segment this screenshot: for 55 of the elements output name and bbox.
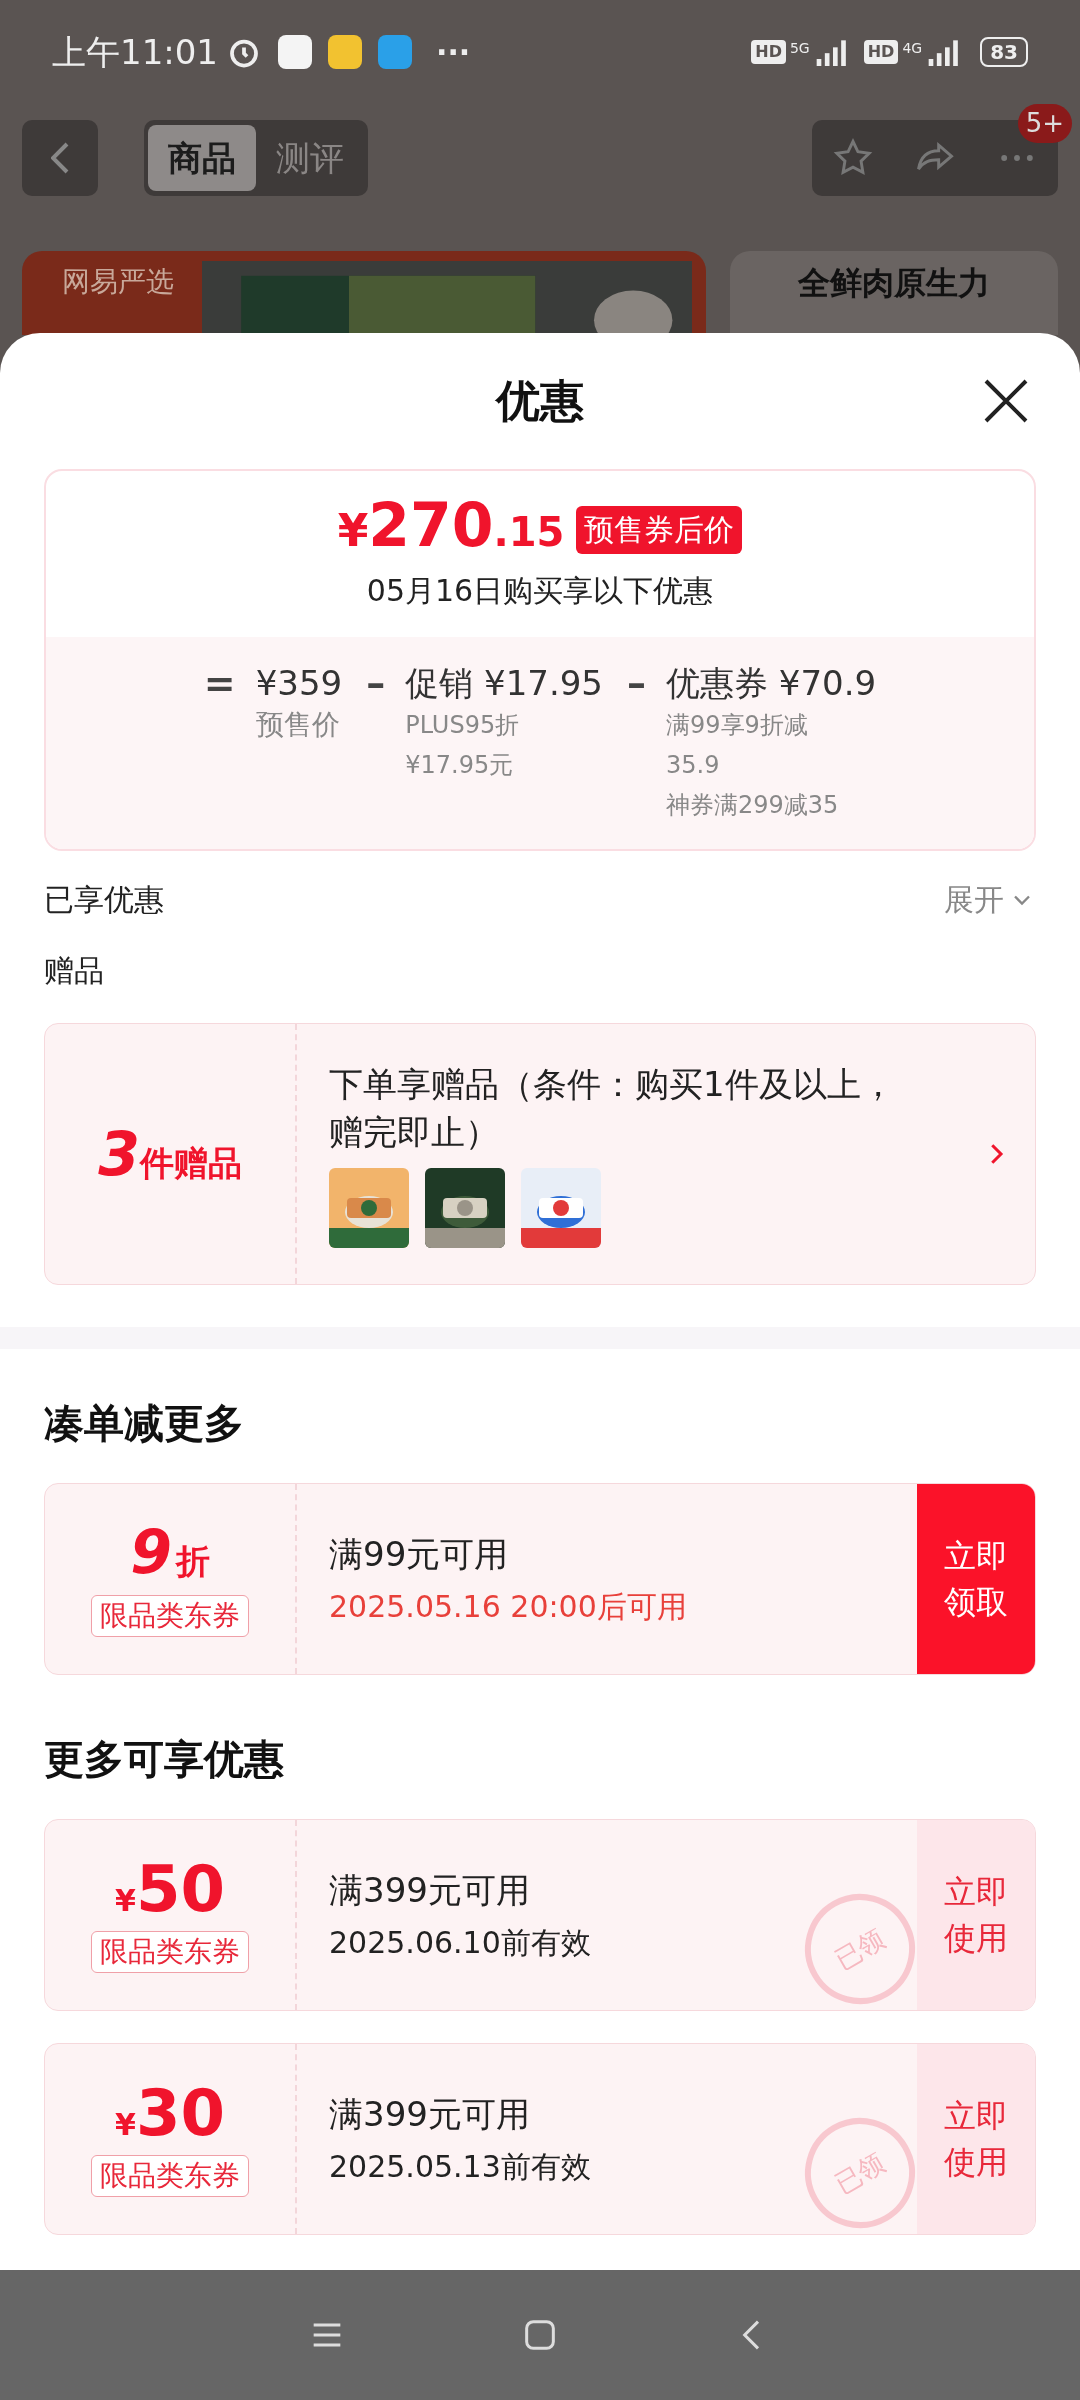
network-type: 5G [789, 39, 810, 58]
section-heading: 更多可享优惠 [44, 1735, 285, 1784]
use-button[interactable]: 立即使用 [917, 2044, 1035, 2234]
coupon-tag: 限品类东券 [91, 1931, 249, 1973]
banner-title: 全鲜肉原生力 [798, 263, 990, 304]
expand-button[interactable]: 展开 [944, 877, 1036, 922]
breakdown-amount: 优惠券 ¥70.9 [666, 662, 877, 705]
tab[interactable]: 商品 [148, 125, 256, 191]
gift-description: 下单享赠品（条件：购买1件及以上，赠完即止） [329, 1063, 896, 1154]
hd-badge: HD [863, 40, 899, 64]
breakdown-detail: PLUS95折 [405, 710, 521, 741]
battery-icon: 83 [980, 37, 1028, 67]
brand-label: 网易严选 [62, 264, 174, 300]
discount-value: 9折 [130, 1521, 210, 1587]
use-button[interactable]: 立即使用 [917, 1820, 1035, 2010]
coupon-validity: 2025.06.10前有效 [329, 1924, 591, 1962]
breakdown-amount: 促销 ¥17.95 [405, 662, 603, 705]
breakdown-detail: 预售价 [255, 707, 341, 743]
more-notifications: ··· [436, 33, 471, 72]
chevron-left-icon [51, 142, 69, 174]
claim-button[interactable]: 立即领取 [917, 1484, 1035, 1674]
breakdown-amount: ¥359 [255, 662, 343, 705]
breakdown-detail: ¥17.95元 [405, 750, 515, 781]
app-icon [278, 35, 312, 69]
coupon-tag: 限品类东券 [91, 2155, 249, 2197]
tab[interactable]: 测评 [256, 125, 364, 191]
operator: = [203, 661, 236, 707]
coupon-condition: 满399元可用 [329, 2093, 530, 2136]
notification-badge: 5+ [1017, 104, 1072, 143]
network-type: 4G [902, 39, 923, 58]
price-tag: 预售券后价 [576, 505, 743, 554]
breakdown-detail: 满99享9折减35.9 [666, 710, 809, 781]
section-heading: 凑单减更多 [44, 1399, 245, 1448]
status-time: 上午11:01 [52, 30, 218, 74]
coupon-amount: ¥50 [115, 1857, 225, 1923]
operator: – [366, 661, 386, 707]
gifts-heading: 赠品 [44, 952, 105, 990]
enjoyed-label: 已享优惠 [44, 881, 164, 919]
coupon-condition: 满99元可用 [329, 1533, 509, 1576]
coupon-condition: 满399元可用 [329, 1869, 530, 1912]
purchase-note: 05月16日购买享以下优惠 [366, 572, 714, 610]
operator: – [627, 661, 646, 707]
breakdown-detail: 神券满299减35 [666, 790, 840, 821]
final-price: ¥270.15 [337, 495, 565, 562]
back-button[interactable] [22, 120, 98, 196]
app-icon [378, 35, 412, 69]
coupon-validity: 2025.05.13前有效 [329, 2148, 591, 2186]
coupon-validity: 2025.05.16 20:00后可用 [329, 1588, 687, 1626]
hd-badge: HD [751, 40, 786, 64]
gift-card[interactable]: 3件赠品 下单享赠品（条件：购买1件及以上，赠完即止） [44, 1023, 1036, 1285]
coupon-amount: ¥30 [115, 2081, 225, 2147]
gift-count: 3件赠品 [98, 1118, 242, 1191]
sheet-title: 优惠 [496, 374, 584, 428]
coupon-tag: 限品类东券 [91, 1594, 249, 1637]
app-icon [328, 35, 362, 69]
